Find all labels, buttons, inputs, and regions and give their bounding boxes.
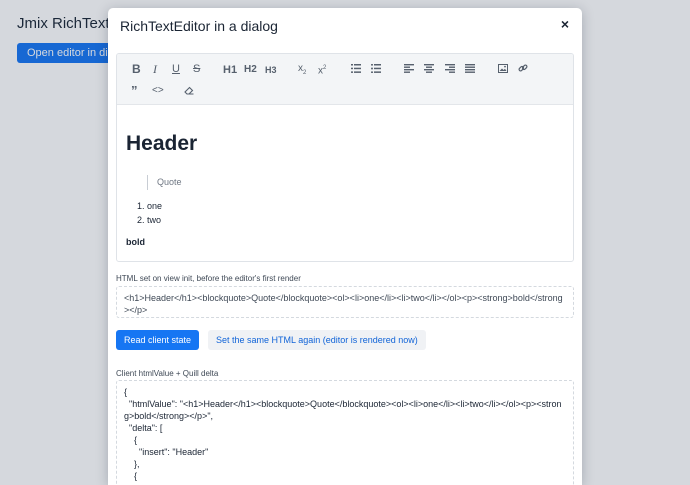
list-item: 2. two [137,215,162,225]
bullet-list-icon[interactable] [371,64,381,78]
close-icon[interactable]: × [558,17,572,31]
set-html-again-button[interactable]: Set the same HTML again (editor is rende… [208,330,426,350]
bold-icon[interactable]: B [132,62,141,76]
underline-icon[interactable]: U [172,62,180,76]
client-field-label: Client htmlValue + Quill delta [116,369,219,378]
list-item: 1. one [137,201,163,211]
html-field-label: HTML set on view init, before the editor… [116,274,301,283]
superscript-icon[interactable]: x2 [318,61,326,76]
strikethrough-icon[interactable]: S [193,62,200,76]
dialog: RichTextEditor in a dialog × B I U S H1 … [108,8,582,485]
html-field[interactable]: <h1>Header</h1><blockquote>Quote</blockq… [116,286,574,318]
editor-toolbar: B I U S H1 H2 H3 x2 x2 ” <> [117,54,573,105]
align-left-icon[interactable] [404,64,414,78]
client-state-field[interactable]: { "htmlValue": "<h1>Header</h1><blockquo… [116,380,574,485]
content-bold-text: bold [126,237,145,247]
align-right-icon[interactable] [445,64,455,78]
h1-button[interactable]: H1 [223,63,237,77]
content-blockquote: Quote [147,175,182,190]
read-client-state-button[interactable]: Read client state [116,330,200,350]
rich-text-editor: B I U S H1 H2 H3 x2 x2 ” <> Header Quote… [116,53,574,262]
h3-button[interactable]: H3 [265,63,277,77]
link-icon[interactable] [518,63,528,77]
align-center-icon[interactable] [424,64,434,78]
clear-format-icon[interactable] [184,86,194,100]
image-icon[interactable] [498,64,508,78]
subscript-icon[interactable]: x2 [298,62,306,76]
editor-content[interactable]: Header Quote 1. one 2. two bold [117,105,573,261]
h2-button[interactable]: H2 [244,63,257,77]
content-heading: Header [126,132,198,155]
italic-icon[interactable]: I [153,62,157,76]
ordered-list-icon[interactable] [351,64,361,78]
dialog-title: RichTextEditor in a dialog [120,18,278,34]
code-block-icon[interactable]: <> [152,84,164,98]
align-justify-icon[interactable] [465,64,475,78]
content-ordered-list: 1. one 2. two [137,199,162,227]
blockquote-icon[interactable]: ” [131,84,138,99]
